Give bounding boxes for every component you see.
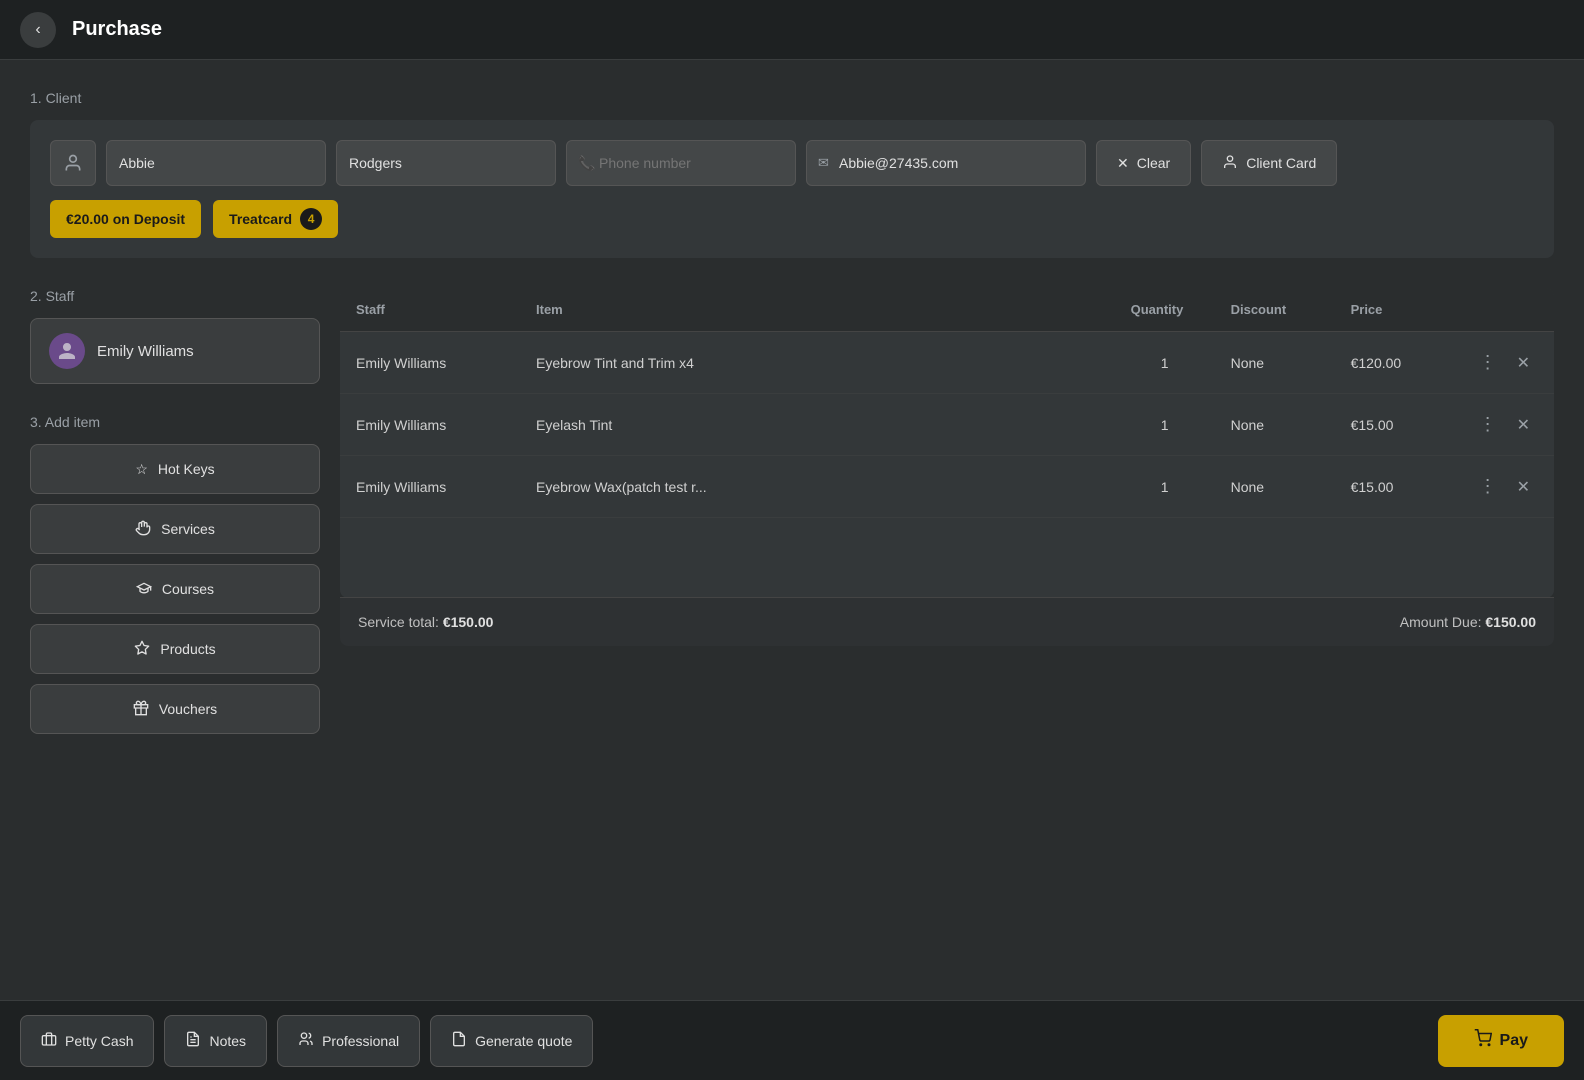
table-body: Emily Williams Eyebrow Tint and Trim x4 … [340, 332, 1554, 598]
staff-section-label: 2. Staff [30, 288, 320, 304]
phone-input[interactable] [566, 140, 796, 186]
row1-price: €120.00 [1335, 332, 1455, 394]
generate-quote-button[interactable]: Generate quote [430, 1015, 593, 1067]
service-total-value: €150.00 [443, 614, 494, 630]
professional-button[interactable]: Professional [277, 1015, 420, 1067]
row3-item: Eyebrow Wax(patch test r... [520, 456, 1115, 518]
row3-more-button[interactable]: ⋮ [1471, 472, 1505, 501]
header: ‹ Purchase [0, 0, 1584, 60]
row1-qty: 1 [1115, 332, 1215, 394]
col-header-staff: Staff [340, 288, 520, 332]
row2-discount: None [1215, 394, 1335, 456]
deposit-badge[interactable]: €20.00 on Deposit [50, 200, 201, 238]
treatcard-count: 4 [300, 208, 322, 230]
row3-discount: None [1215, 456, 1335, 518]
notes-icon [185, 1031, 201, 1050]
col-header-item: Item [520, 288, 1115, 332]
col-header-actions [1455, 288, 1554, 332]
row3-staff: Emily Williams [340, 456, 520, 518]
row3-remove-button[interactable]: ✕ [1509, 473, 1538, 501]
courses-button[interactable]: Courses [30, 564, 320, 614]
body-layout: 2. Staff Emily Williams 3. Add item ☆ Ho… [30, 288, 1554, 744]
main-content: 1. Client 📞 ✉ ✕ Clear [0, 60, 1584, 844]
row1-item: Eyebrow Tint and Trim x4 [520, 332, 1115, 394]
treatcard-badge[interactable]: Treatcard 4 [213, 200, 338, 238]
products-icon [134, 640, 150, 659]
client-section: 📞 ✉ ✕ Clear Client Card [30, 120, 1554, 258]
table-row: Emily Williams Eyelash Tint 1 None €15.0… [340, 394, 1554, 456]
table-row: Emily Williams Eyebrow Wax(patch test r.… [340, 456, 1554, 518]
row2-remove-button[interactable]: ✕ [1509, 411, 1538, 439]
last-name-input[interactable] [336, 140, 556, 186]
table-row: Emily Williams Eyebrow Tint and Trim x4 … [340, 332, 1554, 394]
page-title: Purchase [72, 18, 162, 41]
services-icon [135, 520, 151, 539]
professional-icon [298, 1031, 314, 1050]
petty-cash-button[interactable]: Petty Cash [20, 1015, 154, 1067]
client-input-row: 📞 ✉ ✕ Clear Client Card [50, 140, 1534, 186]
add-item-section: 3. Add item ☆ Hot Keys Services [30, 414, 320, 734]
staff-name: Emily Williams [97, 343, 194, 360]
clear-x-icon: ✕ [1117, 155, 1129, 172]
col-header-discount: Discount [1215, 288, 1335, 332]
row1-remove-button[interactable]: ✕ [1509, 349, 1538, 377]
pay-cart-icon [1474, 1029, 1492, 1052]
courses-icon [136, 580, 152, 599]
services-button[interactable]: Services [30, 504, 320, 554]
totals-row: Service total: €150.00 Amount Due: €150.… [340, 597, 1554, 646]
row1-staff: Emily Williams [340, 332, 520, 394]
row1-actions: ⋮ ✕ [1455, 332, 1554, 394]
row3-qty: 1 [1115, 456, 1215, 518]
email-wrap: ✉ [806, 140, 1086, 186]
client-section-label: 1. Client [30, 90, 1554, 106]
left-panel: 2. Staff Emily Williams 3. Add item ☆ Ho… [30, 288, 320, 744]
amount-due: Amount Due: €150.00 [1400, 614, 1536, 630]
row1-more-button[interactable]: ⋮ [1471, 348, 1505, 377]
empty-row [340, 518, 1554, 598]
table-header: Staff Item Quantity Discount Price [340, 288, 1554, 332]
back-button[interactable]: ‹ [20, 12, 56, 48]
add-item-section-label: 3. Add item [30, 414, 320, 430]
client-icon[interactable] [50, 140, 96, 186]
row3-price: €15.00 [1335, 456, 1455, 518]
row2-price: €15.00 [1335, 394, 1455, 456]
amount-due-value: €150.00 [1485, 614, 1536, 630]
email-input[interactable] [806, 140, 1086, 186]
col-header-quantity: Quantity [1115, 288, 1215, 332]
vouchers-button[interactable]: Vouchers [30, 684, 320, 734]
first-name-input[interactable] [106, 140, 326, 186]
email-icon: ✉ [818, 155, 829, 171]
notes-button[interactable]: Notes [164, 1015, 267, 1067]
service-total: Service total: €150.00 [358, 614, 493, 630]
petty-cash-icon [41, 1031, 57, 1050]
avatar [49, 333, 85, 369]
vouchers-icon [133, 700, 149, 719]
row2-actions: ⋮ ✕ [1455, 394, 1554, 456]
row2-qty: 1 [1115, 394, 1215, 456]
staff-card[interactable]: Emily Williams [30, 318, 320, 384]
clear-button[interactable]: ✕ Clear [1096, 140, 1191, 186]
footer: Petty Cash Notes Professional [0, 1000, 1584, 1080]
hot-keys-icon: ☆ [135, 461, 148, 478]
row1-discount: None [1215, 332, 1335, 394]
items-table-wrap: Staff Item Quantity Discount Price Emily… [340, 288, 1554, 646]
col-header-price: Price [1335, 288, 1455, 332]
row2-item: Eyelash Tint [520, 394, 1115, 456]
client-card-icon [1222, 154, 1238, 173]
badge-row: €20.00 on Deposit Treatcard 4 [50, 200, 1534, 238]
phone-icon: 📞 [578, 155, 595, 172]
row2-staff: Emily Williams [340, 394, 520, 456]
row2-more-button[interactable]: ⋮ [1471, 410, 1505, 439]
row3-actions: ⋮ ✕ [1455, 456, 1554, 518]
generate-quote-icon [451, 1031, 467, 1050]
products-button[interactable]: Products [30, 624, 320, 674]
hot-keys-button[interactable]: ☆ Hot Keys [30, 444, 320, 494]
phone-wrap: 📞 [566, 140, 796, 186]
pay-button[interactable]: Pay [1438, 1015, 1564, 1067]
items-table: Staff Item Quantity Discount Price Emily… [340, 288, 1554, 598]
client-card-button[interactable]: Client Card [1201, 140, 1337, 186]
